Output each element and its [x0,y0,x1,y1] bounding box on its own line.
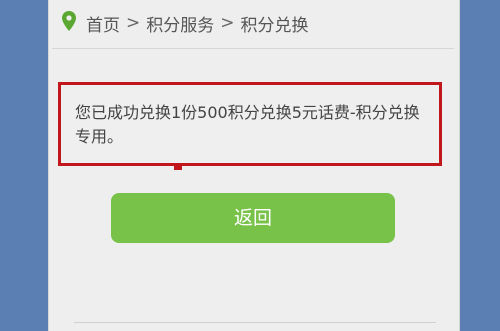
breadcrumb-separator: > [220,13,235,33]
breadcrumb: 首页 > 积分服务 > 积分兑换 [62,8,311,38]
breadcrumb-home[interactable]: 首页 [86,11,120,36]
breadcrumb-points-service[interactable]: 积分服务 [146,11,214,36]
bottom-divider [74,322,436,323]
breadcrumb-points-exchange: 积分兑换 [240,15,309,36]
location-pin-icon [62,10,84,36]
back-button[interactable]: 返回 [111,193,395,243]
header-divider [52,48,454,49]
success-message-box: 您已成功兑换1份500积分兑换5元话费-积分兑换专用。 [58,82,442,166]
breadcrumb-separator: > [126,13,141,33]
highlight-tick [174,166,182,170]
success-message: 您已成功兑换1份500积分兑换5元话费-积分兑换专用。 [75,103,420,146]
